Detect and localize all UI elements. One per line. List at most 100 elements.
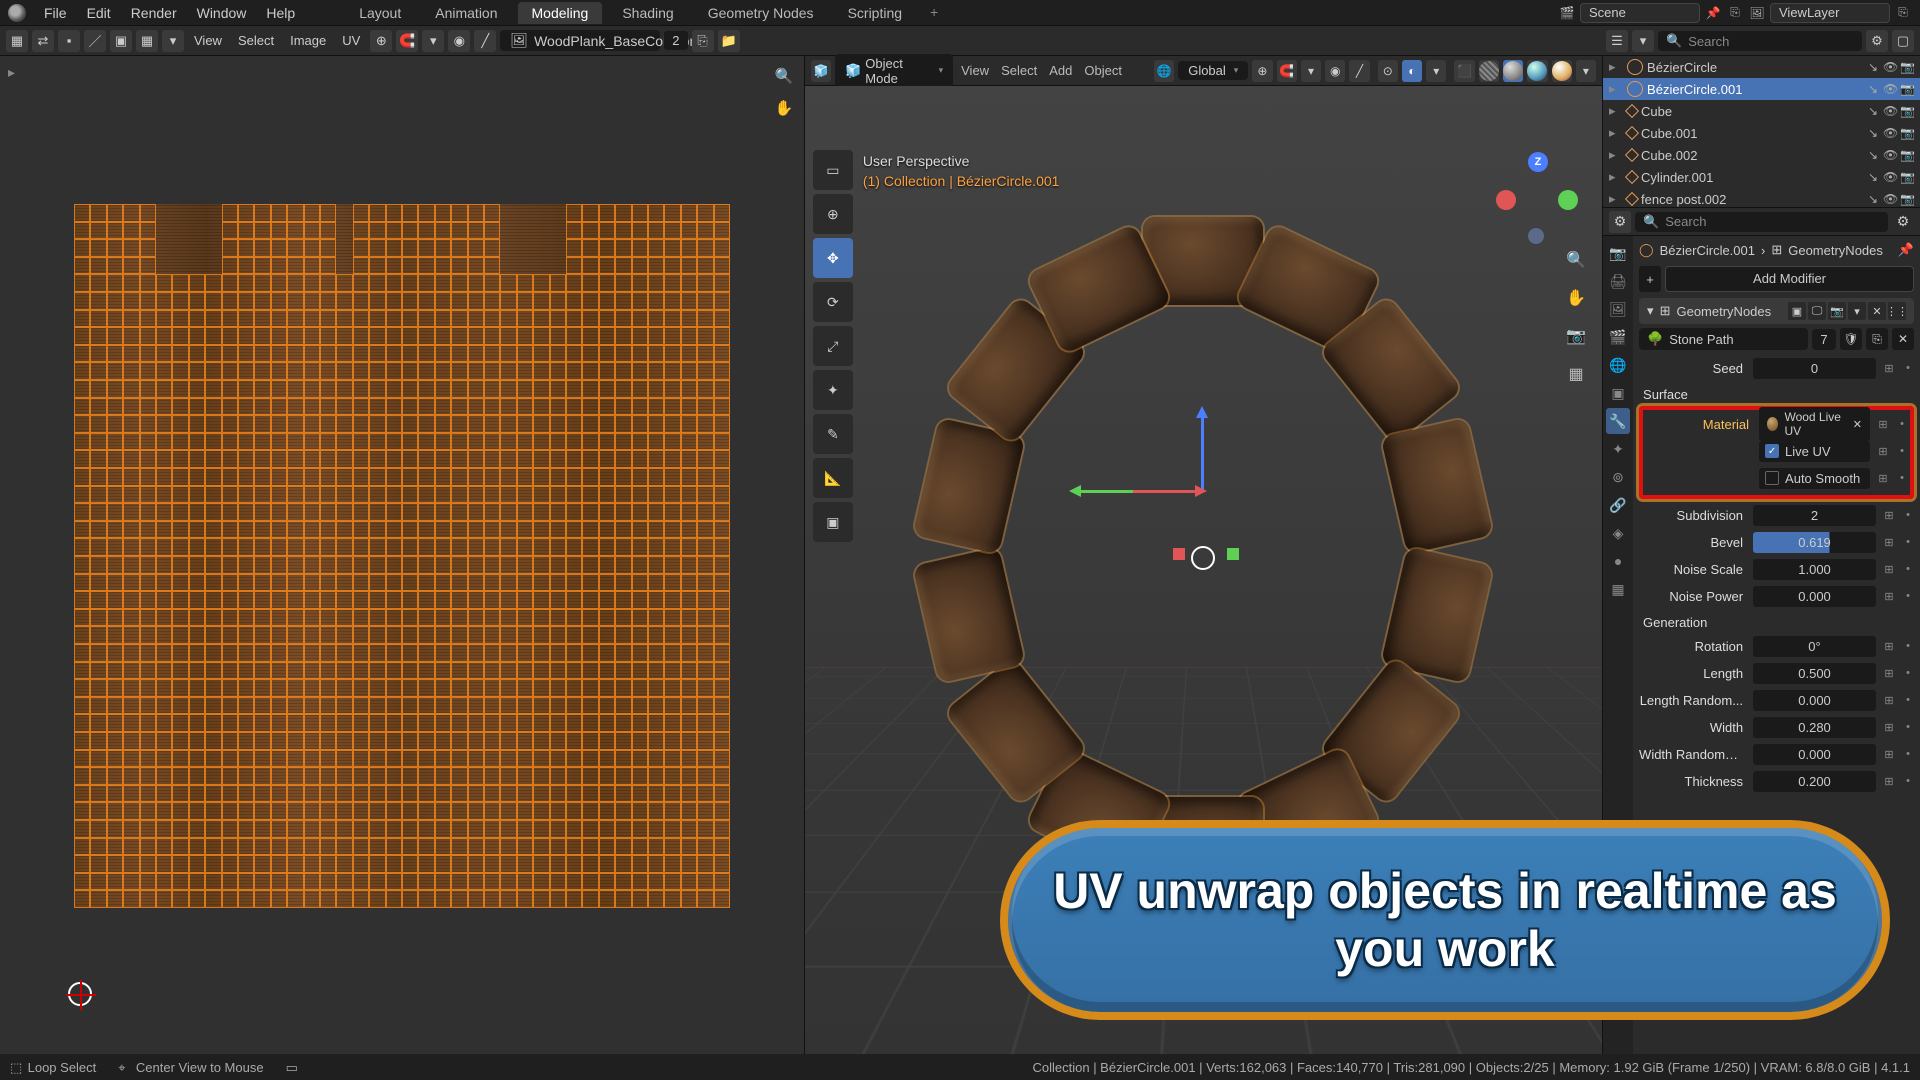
tab-layout[interactable]: Layout (345, 2, 415, 24)
add-modifier-button[interactable]: Add Modifier (1665, 266, 1914, 292)
tab-modifier-props[interactable]: 🔧 (1606, 408, 1630, 434)
mod-delete-icon[interactable]: ✕ (1868, 302, 1886, 320)
proportional-editing-icon[interactable]: ◉ (1325, 60, 1345, 82)
uv-menu-select[interactable]: Select (232, 31, 280, 50)
tab-material-props[interactable]: ● (1606, 548, 1630, 574)
scale-tool[interactable]: ⤢ (813, 326, 853, 366)
hide-viewport-icon[interactable]: 👁 (1883, 104, 1897, 118)
hide-viewport-icon[interactable]: 👁 (1883, 148, 1897, 162)
menu-help[interactable]: Help (256, 5, 305, 21)
modifier-header[interactable]: ▾ ⊞ GeometryNodes ▣ 🖵 📷 ▾ ✕ ⋮⋮ (1639, 298, 1914, 324)
mod-edit-mode-icon[interactable]: ▣ (1788, 302, 1806, 320)
material-shading-icon[interactable] (1527, 60, 1547, 82)
disable-select-icon[interactable]: ↘ (1866, 82, 1880, 96)
node-group-new-icon[interactable]: ⎘ (1866, 328, 1888, 350)
uv-menu-uv[interactable]: UV (336, 31, 366, 50)
collapse-icon[interactable]: ▾ (1647, 303, 1654, 319)
hide-viewport-icon[interactable]: 👁 (1883, 60, 1897, 74)
snap-toggle-icon[interactable]: 🧲 (1277, 60, 1297, 82)
hide-render-icon[interactable]: 📷 (1900, 82, 1914, 96)
expand-icon[interactable]: ▸ (1609, 191, 1623, 207)
hide-render-icon[interactable]: 📷 (1900, 126, 1914, 140)
rendered-shading-icon[interactable] (1552, 60, 1572, 82)
anim-dot-icon[interactable]: • (1896, 418, 1908, 430)
live-uv-checkbox-row[interactable]: Live UV (1759, 441, 1870, 462)
tab-output-props[interactable]: 🖨 (1606, 268, 1630, 294)
solid-shading-icon[interactable] (1503, 60, 1523, 82)
attr-toggle-icon[interactable]: ⊞ (1880, 587, 1898, 605)
overlay-toggle-icon[interactable]: ◐ (1402, 60, 1422, 82)
anim-dot-icon[interactable]: • (1902, 640, 1914, 652)
viewlayer-new-icon[interactable]: ⎘ (1894, 4, 1912, 22)
tab-data-props[interactable]: ◈ (1606, 520, 1630, 546)
pivot-point-icon[interactable]: ⊕ (1252, 60, 1272, 82)
attr-toggle-icon[interactable]: ⊞ (1880, 637, 1898, 655)
anim-dot-icon[interactable]: • (1902, 748, 1914, 760)
proportional-falloff-vp-icon[interactable]: ╱ (1349, 60, 1369, 82)
attr-toggle-icon[interactable]: ⊞ (1874, 442, 1892, 460)
attr-toggle-icon[interactable]: ⊞ (1880, 359, 1898, 377)
anim-dot-icon[interactable]: • (1902, 590, 1914, 602)
transform-gizmo[interactable] (1133, 490, 1273, 630)
disable-select-icon[interactable]: ↘ (1866, 170, 1880, 184)
mod-extra-icon[interactable]: ▾ (1848, 302, 1866, 320)
tab-render-props[interactable]: 📷 (1606, 240, 1630, 266)
tab-shading[interactable]: Shading (608, 2, 687, 24)
nav-x-axis[interactable] (1496, 190, 1516, 210)
attr-toggle-icon[interactable]: ⊞ (1880, 560, 1898, 578)
add-workspace-button[interactable]: + (922, 2, 946, 24)
pan-view-icon[interactable]: ✋ (1562, 284, 1590, 312)
breadcrumb-object[interactable]: BézierCircle.001 (1660, 243, 1755, 258)
mode-dropdown[interactable]: 🧊 Object Mode (835, 54, 953, 88)
select-tool[interactable]: ▭ (813, 150, 853, 190)
uv-editor[interactable]: 🔍 ✋ ▸ (0, 56, 805, 1054)
menu-edit[interactable]: Edit (77, 5, 121, 21)
image-open-icon[interactable]: 📁 (718, 30, 740, 52)
rotate-tool[interactable]: ⟳ (813, 282, 853, 322)
param-value[interactable]: 0 (1753, 358, 1876, 379)
outliner-row[interactable]: ▸Cube↘👁📷 (1603, 100, 1920, 122)
param-value[interactable]: 0.200 (1753, 771, 1876, 792)
param-value[interactable]: 0° (1753, 636, 1876, 657)
auto-smooth-checkbox-row[interactable]: Auto Smooth (1759, 468, 1870, 489)
measure-tool[interactable]: 📐 (813, 458, 853, 498)
editor-type-3d-icon[interactable]: 🧊 (811, 60, 831, 82)
menu-render[interactable]: Render (121, 5, 187, 21)
properties-editor-icon[interactable]: ⚙ (1609, 211, 1631, 233)
disable-select-icon[interactable]: ↘ (1866, 148, 1880, 162)
attr-toggle-icon[interactable]: ⊞ (1874, 415, 1892, 433)
anim-dot-icon[interactable]: • (1902, 694, 1914, 706)
expand-icon[interactable]: ▸ (1609, 103, 1623, 119)
attr-toggle-icon[interactable]: ⊞ (1880, 533, 1898, 551)
outliner-editor-icon[interactable]: ☰ (1606, 30, 1628, 52)
expand-icon[interactable]: ▸ (1609, 81, 1623, 97)
uv-sync-icon[interactable]: ⇄ (32, 30, 54, 52)
wireframe-shading-icon[interactable] (1479, 60, 1499, 82)
orientation-dropdown[interactable]: Global (1178, 61, 1248, 80)
properties-options-icon[interactable]: ⚙ (1892, 211, 1914, 233)
hide-render-icon[interactable]: 📷 (1900, 148, 1914, 162)
add-tool[interactable]: ▣ (813, 502, 853, 542)
snap-target-icon[interactable]: ▾ (1301, 60, 1321, 82)
nav-neg-z-axis[interactable] (1528, 228, 1544, 244)
move-tool[interactable]: ✥ (813, 238, 853, 278)
outliner-row[interactable]: ▸Cylinder.001↘👁📷 (1603, 166, 1920, 188)
menu-window[interactable]: Window (187, 5, 257, 21)
xray-icon[interactable]: ⬛ (1454, 60, 1474, 82)
tab-object-props[interactable]: ▣ (1606, 380, 1630, 406)
hide-render-icon[interactable]: 📷 (1900, 104, 1914, 118)
nav-z-axis[interactable]: Z (1528, 152, 1548, 172)
anim-dot-icon[interactable]: • (1896, 445, 1908, 457)
scene-pin-icon[interactable]: 📌 (1704, 4, 1722, 22)
hide-render-icon[interactable]: 📷 (1900, 170, 1914, 184)
anim-dot-icon[interactable]: • (1902, 536, 1914, 548)
scene-new-icon[interactable]: ⎘ (1726, 4, 1744, 22)
proportional-icon[interactable]: ◉ (448, 30, 470, 52)
node-group-field[interactable]: 🌳 Stone Path (1639, 328, 1808, 350)
snap-mode-icon[interactable]: ▾ (422, 30, 444, 52)
param-value[interactable]: 0.280 (1753, 717, 1876, 738)
vp-menu-select[interactable]: Select (997, 63, 1041, 78)
disable-select-icon[interactable]: ↘ (1866, 60, 1880, 74)
material-clear-icon[interactable]: ✕ (1853, 418, 1862, 431)
tab-geometry-nodes[interactable]: Geometry Nodes (694, 2, 828, 24)
